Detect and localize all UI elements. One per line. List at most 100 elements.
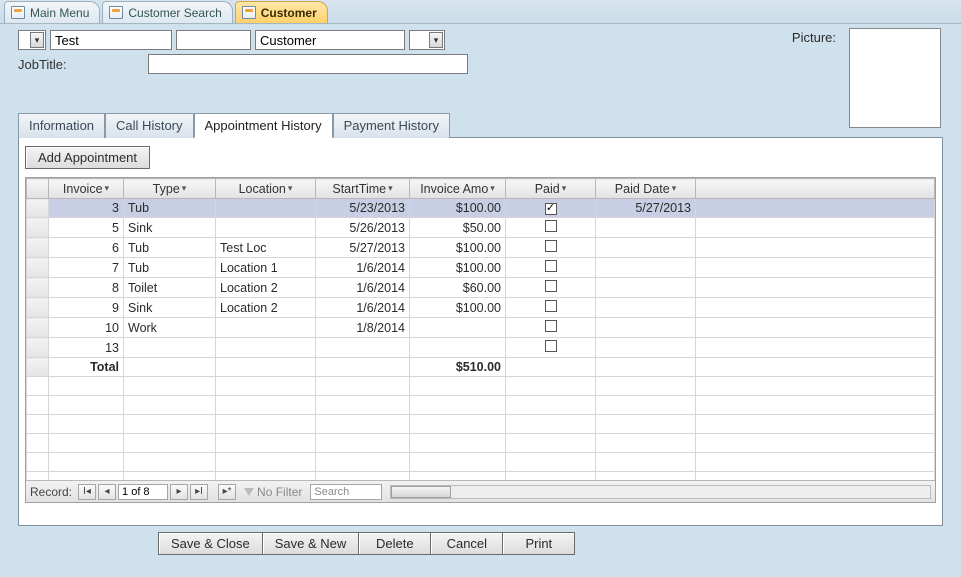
cell-location[interactable]: Location 2 (216, 298, 316, 318)
table-row[interactable]: 10Work 1/8/2014 (27, 318, 935, 338)
table-row[interactable]: 6TubTest Loc5/27/2013$100.00 (27, 238, 935, 258)
cell-paid-date[interactable]: 5/27/2013 (596, 199, 696, 218)
col-starttime[interactable]: StartTime▾ (316, 179, 410, 199)
doc-tab-customer[interactable]: Customer (235, 1, 328, 23)
last-name-field[interactable] (255, 30, 405, 50)
col-invoice-amount[interactable]: Invoice Amo▾ (410, 179, 506, 199)
nav-next-button[interactable]: ▸ (170, 484, 188, 500)
cell-amount[interactable]: $60.00 (410, 278, 506, 298)
cell-paid-date[interactable] (596, 318, 696, 338)
nav-search-field[interactable] (310, 484, 382, 500)
tab-call-history[interactable]: Call History (105, 113, 193, 138)
cell-starttime[interactable]: 5/23/2013 (316, 199, 410, 218)
tab-information[interactable]: Information (18, 113, 105, 138)
paid-checkbox[interactable] (545, 340, 557, 352)
cell-paid-date[interactable] (596, 218, 696, 238)
cell-starttime[interactable]: 1/6/2014 (316, 278, 410, 298)
cell-paid[interactable] (506, 278, 596, 298)
cell-type[interactable]: Sink (124, 218, 216, 238)
col-invoice[interactable]: Invoice▾ (49, 179, 124, 199)
cell-location[interactable]: Test Loc (216, 238, 316, 258)
table-row[interactable]: 7TubLocation 11/6/2014$100.00 (27, 258, 935, 278)
cell-paid-date[interactable] (596, 278, 696, 298)
cell-invoice[interactable]: 5 (49, 218, 124, 238)
table-row[interactable]: 5Sink5/26/2013$50.00 (27, 218, 935, 238)
cell-invoice[interactable]: 9 (49, 298, 124, 318)
cell-amount[interactable]: $100.00 (410, 298, 506, 318)
row-selector[interactable] (27, 278, 49, 298)
paid-checkbox[interactable] (545, 220, 557, 232)
cell-paid-date[interactable] (596, 238, 696, 258)
cell-paid[interactable] (506, 298, 596, 318)
cell-amount[interactable]: $100.00 (410, 199, 506, 218)
row-selector[interactable] (27, 298, 49, 318)
cell-amount[interactable]: $50.00 (410, 218, 506, 238)
cell-paid[interactable] (506, 199, 596, 218)
cell-location[interactable] (216, 318, 316, 338)
cell-type[interactable]: Sink (124, 298, 216, 318)
nav-first-button[interactable]: I◂ (78, 484, 96, 500)
cell-amount[interactable]: $100.00 (410, 258, 506, 278)
cell-amount[interactable]: $100.00 (410, 238, 506, 258)
cell-starttime[interactable]: 1/8/2014 (316, 318, 410, 338)
save-new-button[interactable]: Save & New (263, 532, 360, 555)
col-type[interactable]: Type▾ (124, 179, 216, 199)
cell-type[interactable]: Toilet (124, 278, 216, 298)
cell-location[interactable] (216, 338, 316, 358)
cell-starttime[interactable] (316, 338, 410, 358)
row-selector[interactable] (27, 338, 49, 358)
row-selector[interactable] (27, 199, 49, 218)
cell-invoice[interactable]: 7 (49, 258, 124, 278)
nav-new-button[interactable]: ▸* (218, 484, 236, 500)
cell-invoice[interactable]: 6 (49, 238, 124, 258)
paid-checkbox[interactable] (545, 203, 557, 215)
jobtitle-field[interactable] (148, 54, 468, 74)
cell-paid[interactable] (506, 218, 596, 238)
row-selector[interactable] (27, 318, 49, 338)
cell-type[interactable]: Work (124, 318, 216, 338)
table-row[interactable]: 9SinkLocation 21/6/2014$100.00 (27, 298, 935, 318)
cell-location[interactable] (216, 218, 316, 238)
paid-checkbox[interactable] (545, 260, 557, 272)
delete-button[interactable]: Delete (359, 532, 431, 555)
nav-position-field[interactable] (118, 484, 168, 500)
tab-payment-history[interactable]: Payment History (333, 113, 450, 138)
col-paid-date[interactable]: Paid Date▾ (596, 179, 696, 199)
horizontal-scrollbar[interactable] (390, 485, 931, 499)
doc-tab-customer-search[interactable]: Customer Search (102, 1, 232, 23)
no-filter-indicator[interactable]: No Filter (244, 485, 302, 499)
table-row[interactable]: 13 (27, 338, 935, 358)
picture-box[interactable] (849, 28, 941, 128)
first-name-field[interactable] (50, 30, 172, 50)
scrollbar-thumb[interactable] (391, 486, 451, 498)
col-paid[interactable]: Paid▾ (506, 179, 596, 199)
cell-amount[interactable] (410, 318, 506, 338)
cell-invoice[interactable]: 10 (49, 318, 124, 338)
paid-checkbox[interactable] (545, 240, 557, 252)
cell-paid-date[interactable] (596, 338, 696, 358)
cell-paid-date[interactable] (596, 298, 696, 318)
row-selector[interactable] (27, 258, 49, 278)
paid-checkbox[interactable] (545, 300, 557, 312)
row-selector[interactable] (27, 238, 49, 258)
add-appointment-button[interactable]: Add Appointment (25, 146, 150, 169)
tab-appointment-history[interactable]: Appointment History (194, 113, 333, 138)
cell-type[interactable]: Tub (124, 238, 216, 258)
cell-type[interactable]: Tub (124, 258, 216, 278)
cell-starttime[interactable]: 5/27/2013 (316, 238, 410, 258)
nav-prev-button[interactable]: ◂ (98, 484, 116, 500)
paid-checkbox[interactable] (545, 280, 557, 292)
cell-starttime[interactable]: 1/6/2014 (316, 298, 410, 318)
cell-invoice[interactable]: 8 (49, 278, 124, 298)
cell-type[interactable] (124, 338, 216, 358)
prefix-dropdown[interactable]: ▾ (18, 30, 46, 50)
cell-paid-date[interactable] (596, 258, 696, 278)
suffix-dropdown[interactable]: ▾ (409, 30, 445, 50)
cell-paid[interactable] (506, 318, 596, 338)
nav-last-button[interactable]: ▸I (190, 484, 208, 500)
print-button[interactable]: Print (503, 532, 575, 555)
select-all-corner[interactable] (27, 179, 49, 199)
cell-invoice[interactable]: 13 (49, 338, 124, 358)
table-row[interactable]: 8ToiletLocation 21/6/2014$60.00 (27, 278, 935, 298)
cell-paid[interactable] (506, 338, 596, 358)
